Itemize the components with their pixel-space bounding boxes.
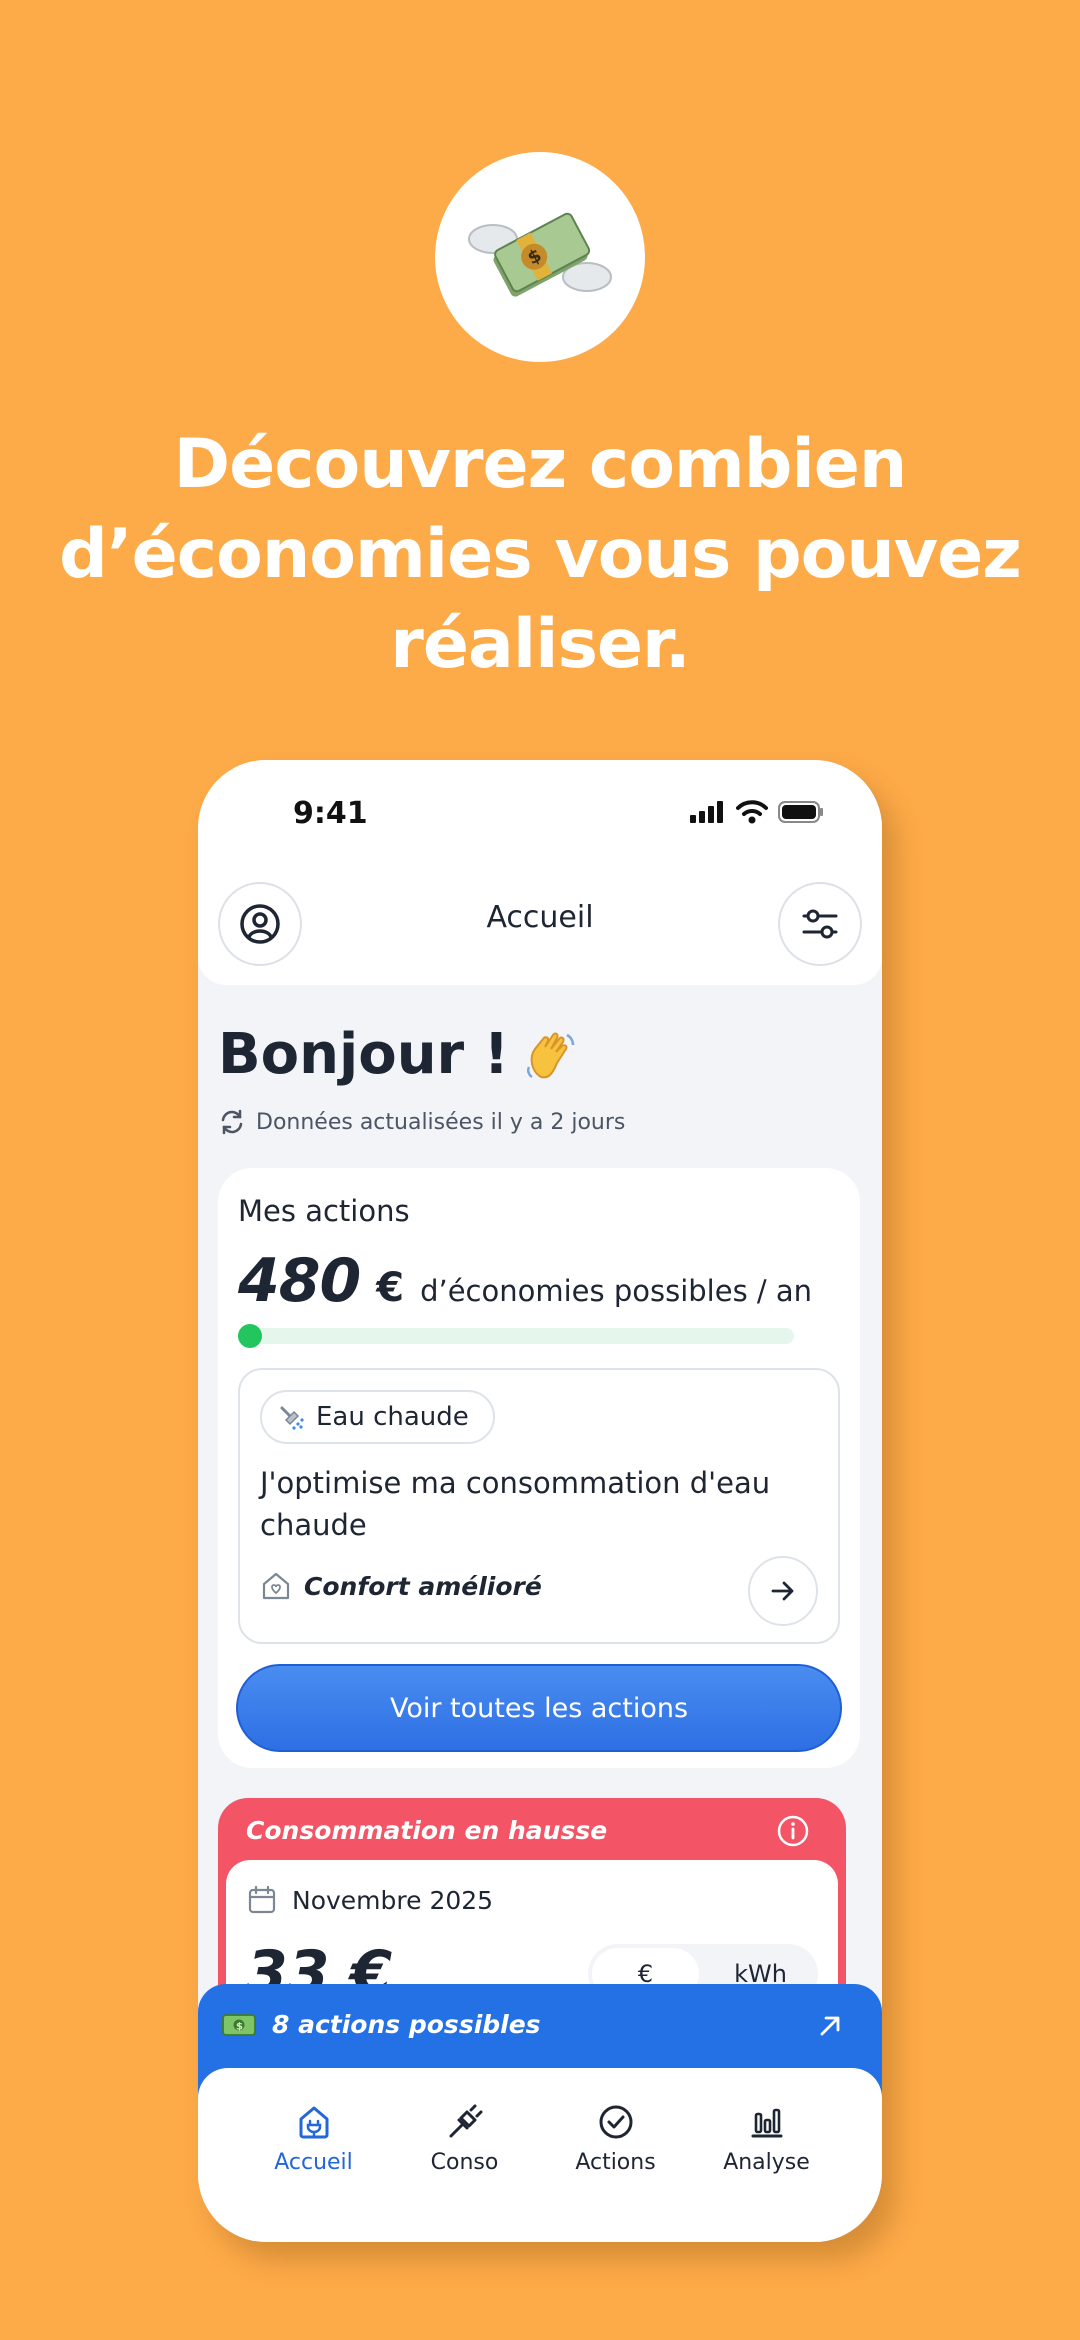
- greeting-text: Bonjour !: [218, 1022, 510, 1087]
- status-time: 9:41: [293, 796, 368, 831]
- sliders-icon: [802, 909, 838, 939]
- status-bar: 9:41: [198, 760, 882, 880]
- banner-label: 8 actions possibles: [272, 2010, 541, 2039]
- bottom-navigation: Accueil Conso Actions Analyse: [198, 2068, 882, 2242]
- phone-frame: 9:41 Accueil Bonjour ! Données actualisé…: [198, 760, 882, 2242]
- consumption-title: Consommation en hausse: [246, 1816, 608, 1845]
- info-icon[interactable]: [776, 1814, 810, 1848]
- nav-label: Analyse: [723, 2150, 810, 2175]
- app-header: Accueil: [198, 870, 882, 985]
- money-icon: $: [222, 2013, 256, 2036]
- see-all-actions-button[interactable]: Voir toutes les actions: [236, 1664, 842, 1752]
- savings-suffix: d’économies possibles / an: [420, 1274, 813, 1308]
- savings-amount: 480: [238, 1246, 361, 1316]
- arrow-right-icon: [771, 1581, 794, 1601]
- savings-progress-bar: [238, 1324, 794, 1348]
- savings-currency: €: [376, 1265, 405, 1311]
- action-tag: Eau chaude: [260, 1390, 495, 1444]
- actions-card-title: Mes actions: [238, 1194, 410, 1228]
- update-text: Données actualisées il y a 2 jours: [256, 1109, 626, 1135]
- nav-item-conso[interactable]: Conso: [400, 2068, 530, 2242]
- plug-icon: [449, 2104, 482, 2138]
- check-circle-icon: [599, 2105, 632, 2139]
- nav-label: Accueil: [274, 2150, 353, 2175]
- nav-item-analyse[interactable]: Analyse: [702, 2068, 832, 2242]
- home-heart-icon: [262, 1572, 290, 1600]
- home-plug-icon: [299, 2106, 328, 2139]
- settings-button[interactable]: [778, 882, 862, 966]
- battery-icon: [778, 801, 823, 823]
- action-title: J'optimise ma consommation d'eau chaude: [260, 1466, 771, 1542]
- calendar-icon: [248, 1885, 276, 1914]
- wifi-icon: [736, 800, 768, 824]
- svg-text:$: $: [236, 2021, 243, 2032]
- greeting: Bonjour !: [218, 1022, 579, 1087]
- savings-row: 480 € d’économies possibles / an: [238, 1246, 812, 1316]
- update-status: Données actualisées il y a 2 jours: [218, 1108, 625, 1136]
- refresh-icon: [221, 1109, 243, 1135]
- action-benefit-label: Confort amélioré: [304, 1571, 542, 1601]
- action-tag-label: Eau chaude: [316, 1402, 469, 1432]
- action-benefit: Confort amélioré: [260, 1570, 542, 1602]
- promo-badge: $: [435, 152, 645, 362]
- signal-icon: [690, 801, 723, 823]
- bar-chart-icon: [751, 2108, 782, 2138]
- nav-item-accueil[interactable]: Accueil: [249, 2068, 379, 2242]
- arrow-up-right-icon: [820, 2016, 840, 2036]
- nav-label: Actions: [575, 2150, 656, 2175]
- money-with-wings-icon: $: [468, 212, 612, 297]
- nav-label: Conso: [430, 2150, 499, 2175]
- action-card[interactable]: Eau chaude J'optimise ma consommation d'…: [238, 1368, 840, 1644]
- nav-item-actions[interactable]: Actions: [551, 2068, 681, 2242]
- promo-headline: Découvrez combien d’économies vous pouve…: [59, 425, 1022, 684]
- waving-hand-icon: [527, 1032, 575, 1078]
- progress-indicator: [238, 1324, 262, 1348]
- month-row: Novembre 2025: [246, 1884, 493, 1916]
- actions-card: Mes actions 480 € d’économies possibles …: [218, 1168, 860, 1768]
- shower-icon: [280, 1406, 304, 1430]
- open-action-button[interactable]: [748, 1556, 818, 1626]
- month-label: Novembre 2025: [292, 1885, 494, 1915]
